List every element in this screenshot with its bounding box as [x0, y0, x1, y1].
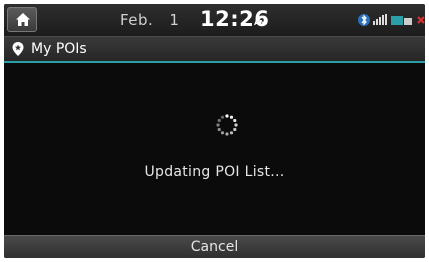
status-icons — [358, 14, 425, 26]
loading-spinner-icon — [216, 114, 238, 136]
screen: Feb. 1 12:26 AM My POIs Updating POI Lis… — [4, 4, 425, 258]
spinner-dot — [217, 118, 221, 123]
spinner-dot — [216, 123, 220, 127]
spinner-dot — [229, 131, 234, 135]
bluetooth-icon — [358, 14, 370, 26]
date: Feb. 1 — [120, 11, 179, 29]
title-bar: My POIs — [4, 37, 425, 63]
home-button[interactable] — [7, 7, 37, 32]
mute-icon — [417, 16, 425, 24]
lte-icon — [391, 16, 412, 25]
spinner-dot — [220, 115, 225, 119]
spinner-dot — [225, 114, 229, 118]
poi-pin-icon — [12, 42, 24, 56]
spinner-dot — [217, 127, 221, 132]
date-day: 1 — [169, 11, 180, 29]
spinner-dot — [233, 118, 237, 123]
date-month: Feb. — [120, 11, 154, 29]
spinner-dot — [229, 115, 234, 119]
spinner-dot — [225, 132, 229, 136]
signal-strength-icon — [373, 14, 387, 25]
home-icon — [16, 13, 30, 26]
status-bar: Feb. 1 12:26 AM — [4, 4, 425, 37]
clock-ampm: AM — [254, 19, 267, 27]
page-title: My POIs — [31, 41, 87, 57]
cancel-button[interactable]: Cancel — [4, 235, 425, 258]
spinner-dot — [234, 123, 238, 127]
status-message: Updating POI List... — [144, 164, 285, 180]
spinner-dot — [233, 127, 237, 132]
spinner-dot — [220, 131, 225, 135]
device-frame: Feb. 1 12:26 AM My POIs Updating POI Lis… — [0, 0, 429, 262]
